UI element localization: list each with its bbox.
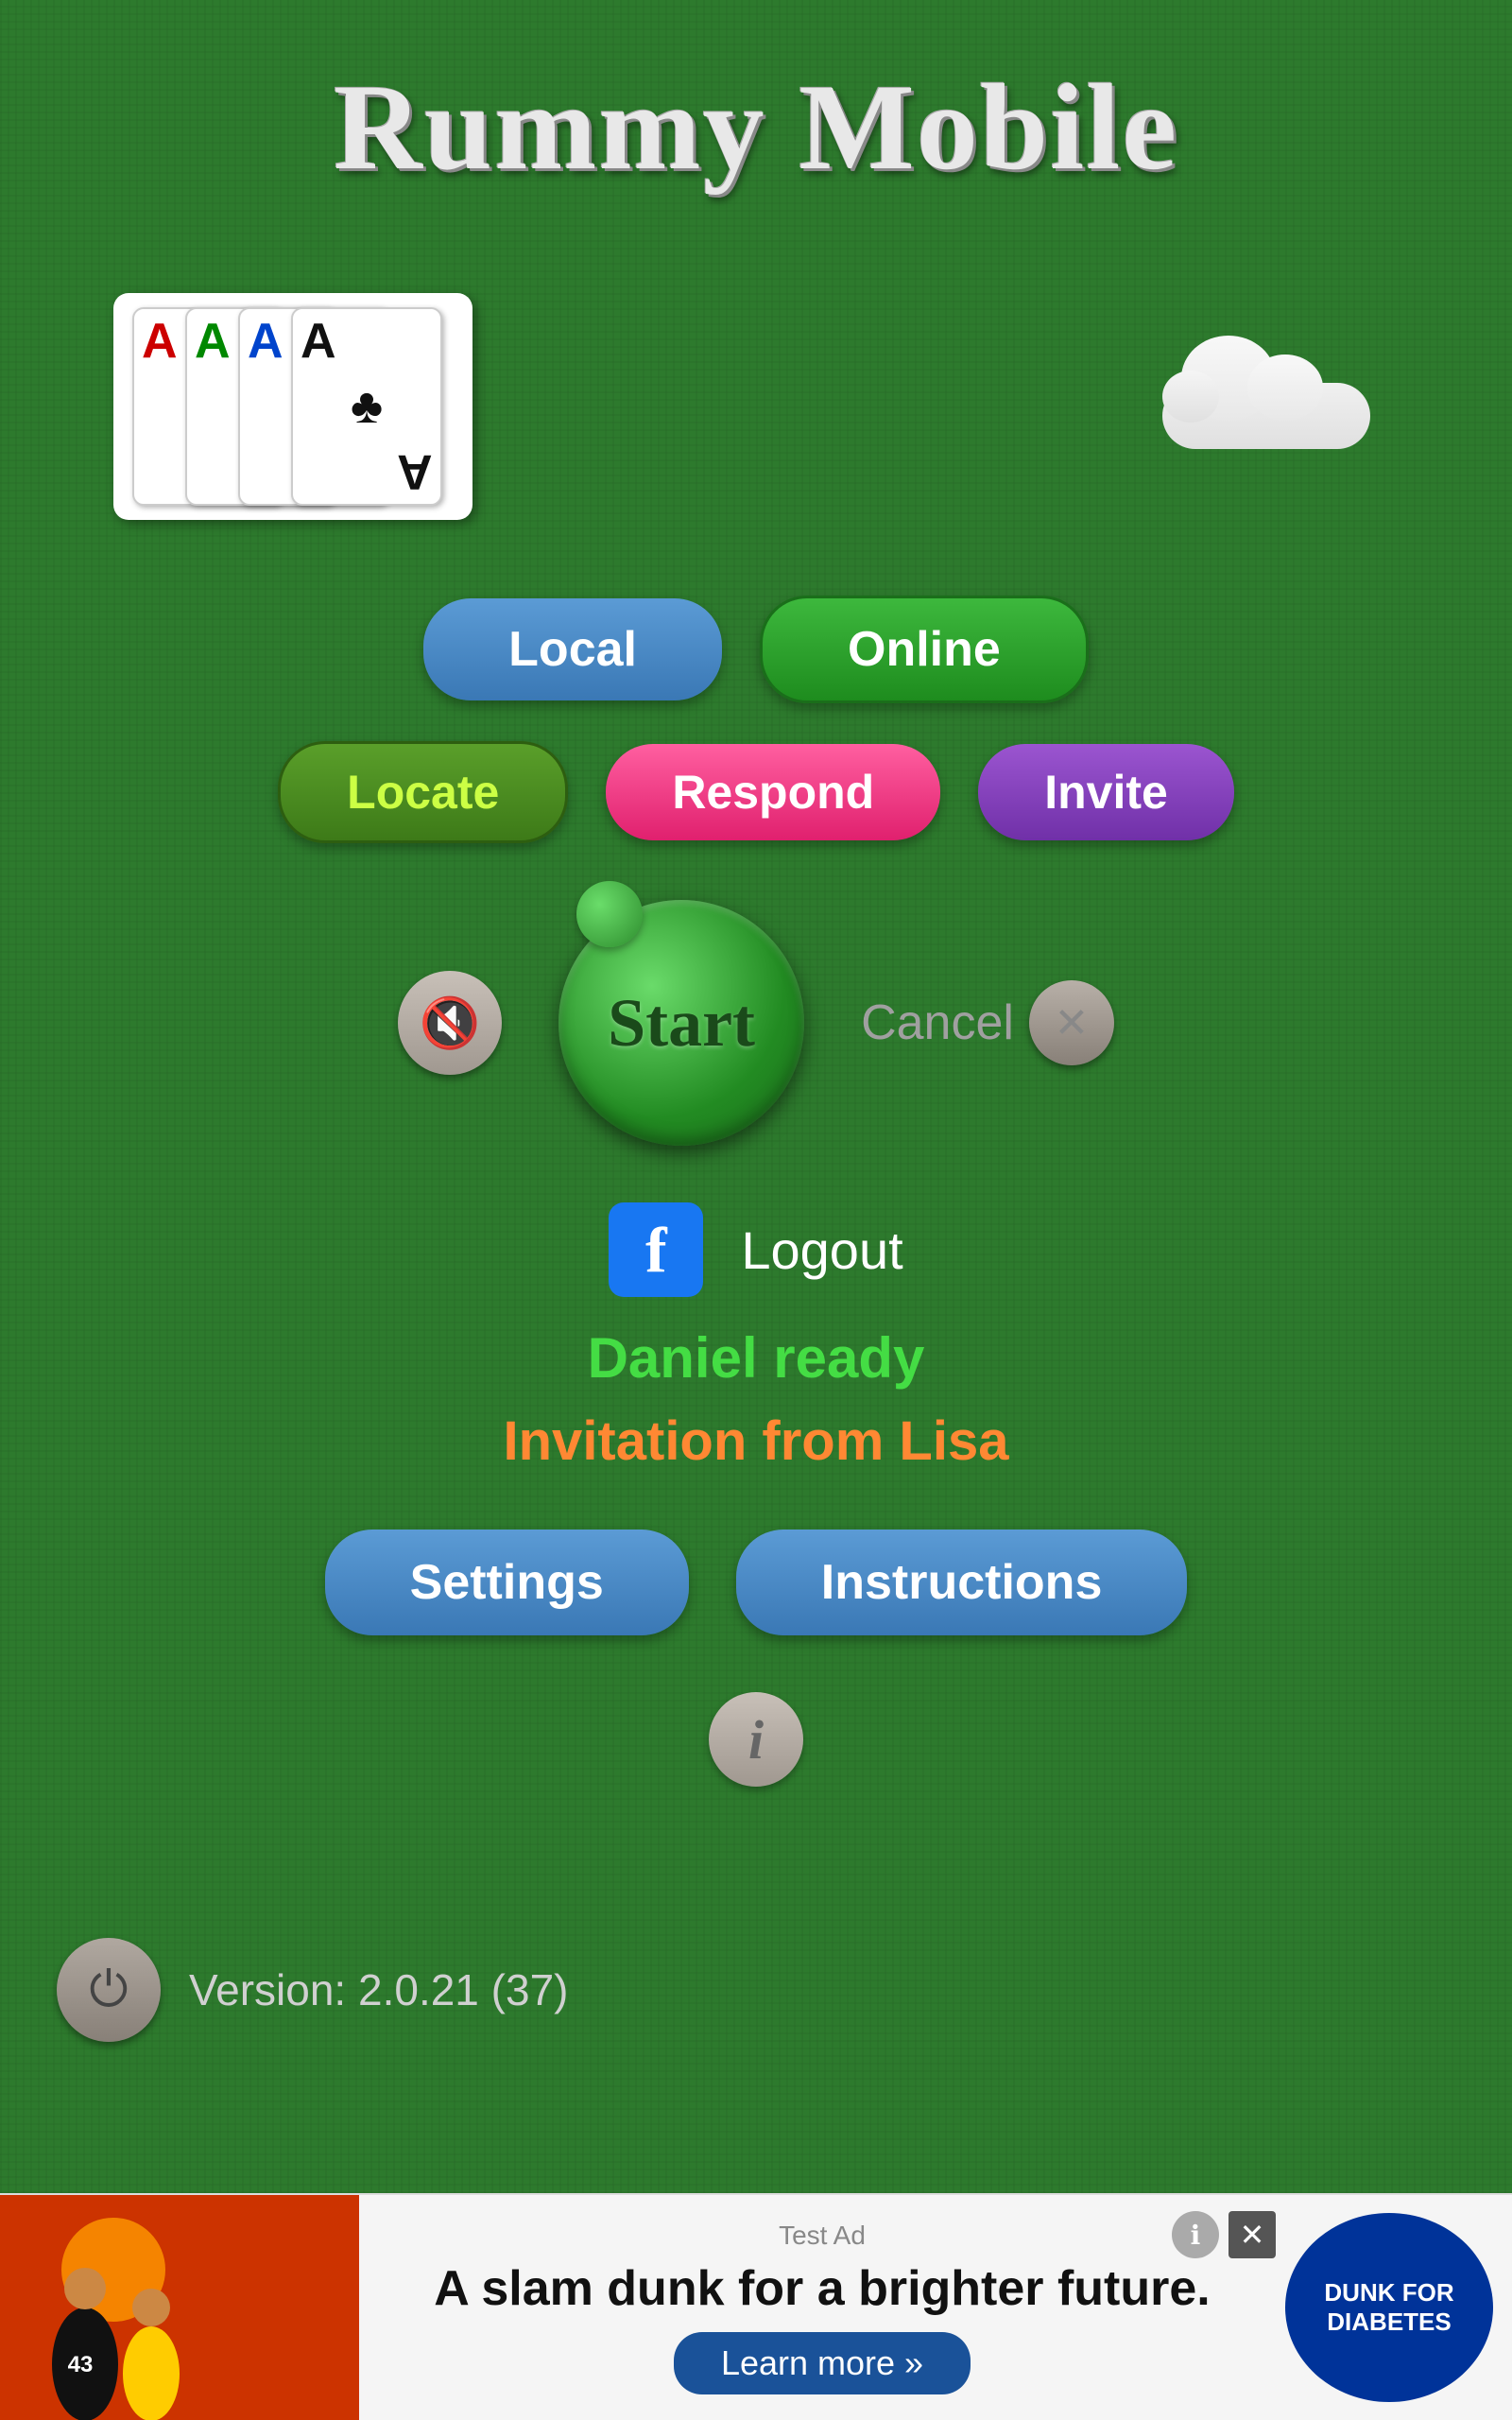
logout-button[interactable]: Logout <box>741 1219 902 1281</box>
online-button[interactable]: Online <box>760 596 1089 703</box>
card-4: A ♣ A <box>291 307 442 506</box>
ad-content: Test Ad A slam dunk for a brighter futur… <box>359 2202 1285 2413</box>
cancel-x-icon: ✕ <box>1055 999 1090 1047</box>
cancel-area: Cancel ✕ <box>861 980 1114 1065</box>
cancel-button[interactable]: ✕ <box>1029 980 1114 1065</box>
invite-button[interactable]: Invite <box>978 744 1234 840</box>
ad-main-text: A slam dunk for a brighter future. <box>434 2260 1211 2317</box>
info-button[interactable]: i <box>709 1692 803 1787</box>
top-mode-row: Local Online <box>423 596 1089 703</box>
power-button[interactable]: ⏻ <box>57 1938 161 2042</box>
mute-icon: 🔇 <box>420 994 481 1052</box>
social-area: f Logout <box>609 1202 902 1297</box>
version-label: Version: 2.0.21 (37) <box>189 1964 568 2015</box>
settings-button[interactable]: Settings <box>325 1530 689 1635</box>
ad-logo: DUNK FOR DIABETES <box>1285 2213 1493 2402</box>
respond-button[interactable]: Respond <box>606 744 940 840</box>
svg-text:43: 43 <box>68 2352 94 2377</box>
invitation-text: Invitation from Lisa <box>504 1409 1009 1473</box>
ad-image: 43 <box>0 2194 359 2420</box>
ad-learn-more-button[interactable]: Learn more » <box>674 2332 971 2394</box>
power-area: ⏻ Version: 2.0.21 (37) <box>57 1938 568 2042</box>
ad-info-button[interactable]: ℹ <box>1172 2211 1219 2258</box>
action-buttons-area: Settings Instructions <box>325 1530 1188 1635</box>
cancel-label: Cancel <box>861 994 1014 1051</box>
app-title: Rummy Mobile <box>334 57 1178 199</box>
ad-image-svg: 43 <box>0 2194 359 2420</box>
info-icon: i <box>748 1708 764 1772</box>
ad-close-button[interactable]: ✕ <box>1228 2211 1276 2258</box>
start-area: 🔇 Start Cancel ✕ <box>378 900 1134 1146</box>
power-icon: ⏻ <box>89 1962 128 2019</box>
ad-logo-text: DUNK FOR DIABETES <box>1324 2278 1453 2337</box>
mute-button[interactable]: 🔇 <box>398 971 502 1075</box>
instructions-button[interactable]: Instructions <box>736 1530 1188 1635</box>
mode-buttons-area: Local Online Locate Respond Invite <box>278 596 1234 843</box>
facebook-icon: f <box>609 1202 703 1297</box>
bottom-mode-row: Locate Respond Invite <box>278 741 1234 843</box>
ad-test-label: Test Ad <box>779 2221 866 2251</box>
cards-area: A ♥ A A ♦ A A ♠ A A ♣ A <box>0 293 1512 520</box>
cloud-decoration <box>1134 345 1399 468</box>
cards-image: A ♥ A A ♦ A A ♠ A A ♣ A <box>113 293 472 520</box>
status-area: Daniel ready Invitation from Lisa <box>504 1325 1009 1473</box>
local-button[interactable]: Local <box>423 598 722 700</box>
locate-button[interactable]: Locate <box>278 741 568 843</box>
ad-banner: 43 Test Ad A slam dunk for a brighter fu… <box>0 2193 1512 2420</box>
green-dot-decoration <box>576 881 643 947</box>
daniel-ready-status: Daniel ready <box>588 1325 925 1391</box>
